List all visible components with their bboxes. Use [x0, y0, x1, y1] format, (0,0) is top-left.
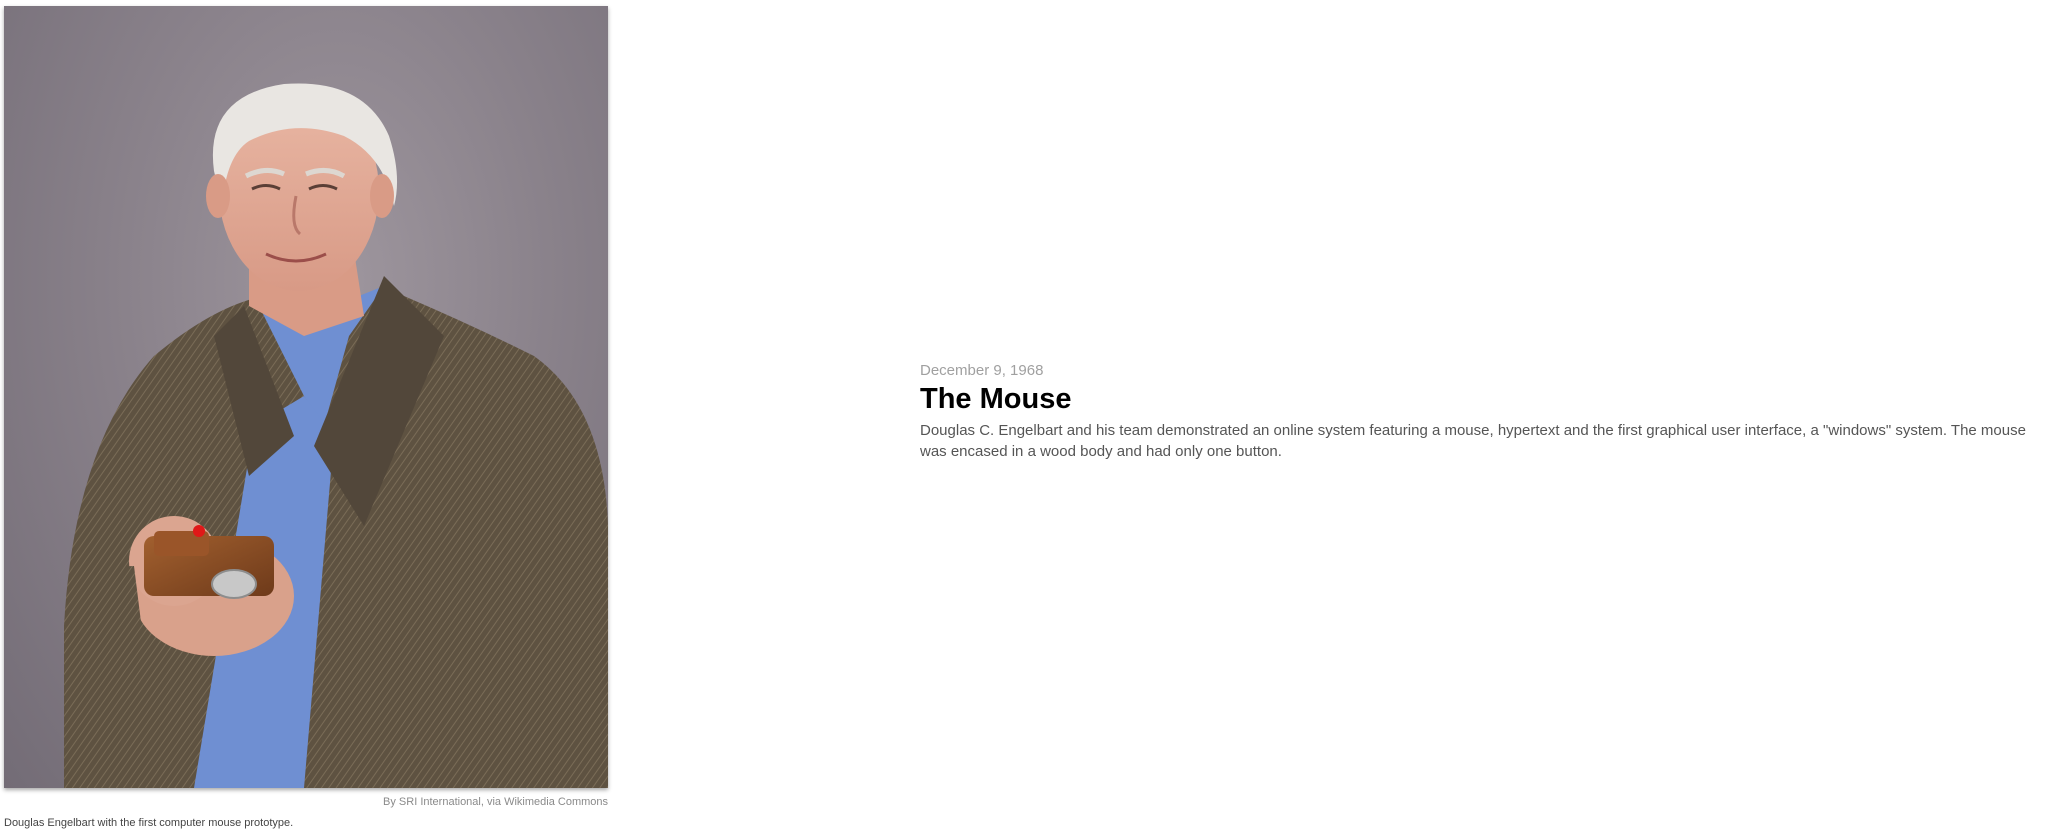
portrait-illustration — [64, 83, 608, 788]
photo-credit: By SRI International, via Wikimedia Comm… — [383, 796, 608, 808]
timeline-page: By SRI International, via Wikimedia Comm… — [0, 0, 2050, 831]
photo-caption: Douglas Engelbart with the first compute… — [4, 817, 294, 829]
timeline-entry: December 9, 1968 The Mouse Douglas C. En… — [920, 362, 2050, 462]
entry-description: Douglas C. Engelbart and his team demons… — [920, 422, 2026, 460]
photo-figure: By SRI International, via Wikimedia Comm… — [4, 6, 608, 830]
entry-title: The Mouse — [920, 383, 1072, 415]
entry-date: December 9, 1968 — [920, 362, 1044, 379]
engelbart-photo — [4, 6, 608, 788]
